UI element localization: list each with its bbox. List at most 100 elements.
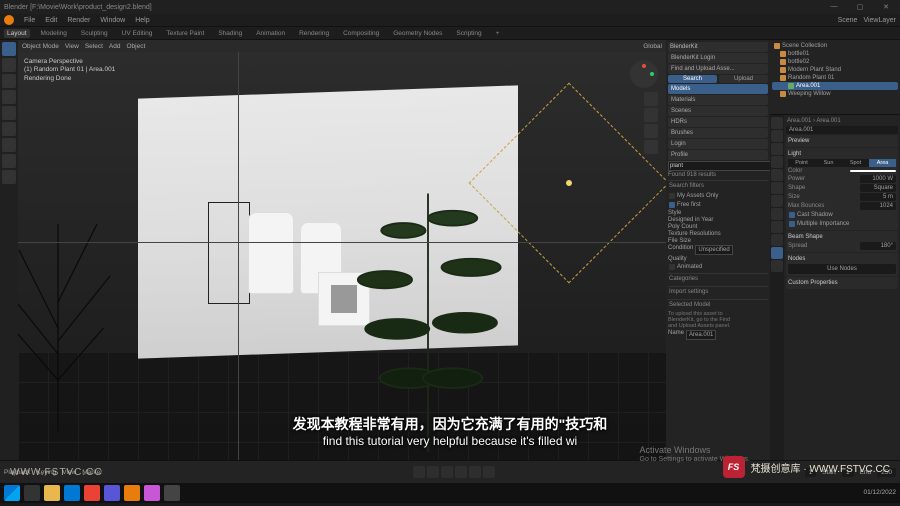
search-input[interactable] [668,161,770,171]
light-point[interactable]: Point [788,159,815,167]
color-swatch[interactable] [850,170,896,172]
window-max-button[interactable]: ▢ [850,3,870,11]
jump-end-icon[interactable] [483,466,495,478]
custom-props-panel[interactable]: Custom Properties [788,279,896,287]
scene-selector[interactable]: Scene [838,17,858,24]
taskbar-search[interactable] [24,485,40,501]
outliner-item[interactable]: bottle01 [772,50,898,58]
light-spot[interactable]: Spot [842,159,869,167]
tab-animation[interactable]: Animation [253,29,288,38]
window-close-button[interactable]: ✕ [876,3,896,11]
blenderkit-login[interactable]: BlenderKit Login [668,53,768,63]
menu-file[interactable]: File [24,17,35,24]
shape-select[interactable]: Square [860,184,896,192]
menu-window[interactable]: Window [100,17,125,24]
prop-tab-particle[interactable] [771,208,783,220]
tab-uv[interactable]: UV Editing [119,29,156,38]
size-input[interactable]: 5 m [860,193,896,201]
outliner-item-selected[interactable]: Area.001 [772,82,898,90]
tab-upload[interactable]: Upload [719,75,768,83]
filter-quality[interactable]: Quality [668,256,768,262]
camera-icon[interactable] [644,124,658,138]
chk-animated[interactable]: Animated [668,263,768,271]
preview-panel[interactable]: Preview [788,137,896,145]
add-menu[interactable]: Add [109,43,121,50]
taskbar-blender-icon[interactable] [124,485,140,501]
prev-key-icon[interactable] [427,466,439,478]
pan-icon[interactable] [644,108,658,122]
tab-shading[interactable]: Shading [215,29,245,38]
filters-header[interactable]: Search filters [668,180,768,191]
outliner[interactable]: Scene Collection bottle01 bottle02 Moder… [770,40,900,115]
power-input[interactable]: 1000 W [860,175,896,183]
select-menu[interactable]: Select [85,43,103,50]
chk-free-first[interactable]: Free first [668,201,768,209]
taskbar-edge-icon[interactable] [64,485,80,501]
chk-multi-importance[interactable]: Multiple Importance [788,220,896,228]
prop-tab-view[interactable] [771,143,783,155]
tool-move[interactable] [2,74,16,88]
blenderkit-header[interactable]: BlenderKit [668,42,768,52]
prop-tab-render[interactable] [771,117,783,129]
prop-tab-world[interactable] [771,169,783,181]
beam-panel[interactable]: Beam Shape [788,233,896,241]
taskbar-app2-icon[interactable] [144,485,160,501]
light-area[interactable]: Area [869,159,896,167]
tool-scale[interactable] [2,106,16,120]
taskbar-chrome-icon[interactable] [84,485,100,501]
object-menu[interactable]: Object [127,43,146,50]
nav-profile[interactable]: Profile [668,150,768,160]
menu-help[interactable]: Help [135,17,149,24]
jump-start-icon[interactable] [413,466,425,478]
filter-poly[interactable]: Poly Count [668,224,768,230]
tab-sculpting[interactable]: Sculpting [78,29,111,38]
nodes-panel[interactable]: Nodes [788,255,896,263]
prop-tab-data[interactable] [771,247,783,259]
tab-geonodes[interactable]: Geometry Nodes [390,29,445,38]
outliner-item[interactable]: Modern Plant Stand [772,66,898,74]
prop-tab-constraint[interactable] [771,234,783,246]
datablock-name[interactable]: Area.001 [786,126,898,134]
nav-scenes[interactable]: Scenes [668,106,768,116]
prop-tab-modifier[interactable] [771,195,783,207]
taskbar-app3-icon[interactable] [164,485,180,501]
menu-edit[interactable]: Edit [45,17,57,24]
taskbar-clock[interactable]: 01/12/2022 [863,489,896,496]
use-nodes-button[interactable]: Use Nodes [788,264,896,274]
taskbar-app-icon[interactable] [104,485,120,501]
persp-icon[interactable] [644,140,658,154]
nav-models[interactable]: Models [668,84,768,94]
nav-hdrs[interactable]: HDRs [668,117,768,127]
viewport-3d[interactable]: Camera Perspective (1) Random Plant 01 |… [18,52,666,460]
menu-render[interactable]: Render [67,17,90,24]
tab-rendering[interactable]: Rendering [296,29,332,38]
prop-tab-scene[interactable] [771,156,783,168]
filter-style[interactable]: Style [668,210,768,216]
tab-compositing[interactable]: Compositing [340,29,382,38]
prop-tab-output[interactable] [771,130,783,142]
filter-year[interactable]: Designed in Year [668,217,768,223]
import-settings-header[interactable]: Import settings [668,286,768,297]
filter-texres[interactable]: Texture Resolutions [668,231,768,237]
blenderkit-findupload[interactable]: Find and Upload Asse... [668,64,768,74]
tab-modeling[interactable]: Modeling [38,29,70,38]
mode-select[interactable]: Object Mode [22,43,59,50]
tab-layout[interactable]: Layout [4,29,30,38]
tab-add[interactable]: + [493,29,503,38]
orientation-select[interactable]: Global [643,43,662,50]
tool-addcube[interactable] [2,170,16,184]
outliner-item[interactable]: Weeping Willow [772,90,898,98]
nav-login2[interactable]: Login [668,139,768,149]
tab-scripting[interactable]: Scripting [453,29,484,38]
outliner-item[interactable]: bottle02 [772,58,898,66]
nav-materials[interactable]: Materials [668,95,768,105]
tool-select[interactable] [2,42,16,56]
nav-gizmo[interactable] [630,60,658,88]
window-min-button[interactable]: — [824,3,844,11]
viewlayer-selector[interactable]: ViewLayer [863,17,896,24]
prop-tab-physics[interactable] [771,221,783,233]
light-panel[interactable]: Light [788,150,896,158]
start-button[interactable] [4,485,20,501]
play-icon[interactable] [455,466,467,478]
spread-input[interactable]: 180° [860,242,896,250]
